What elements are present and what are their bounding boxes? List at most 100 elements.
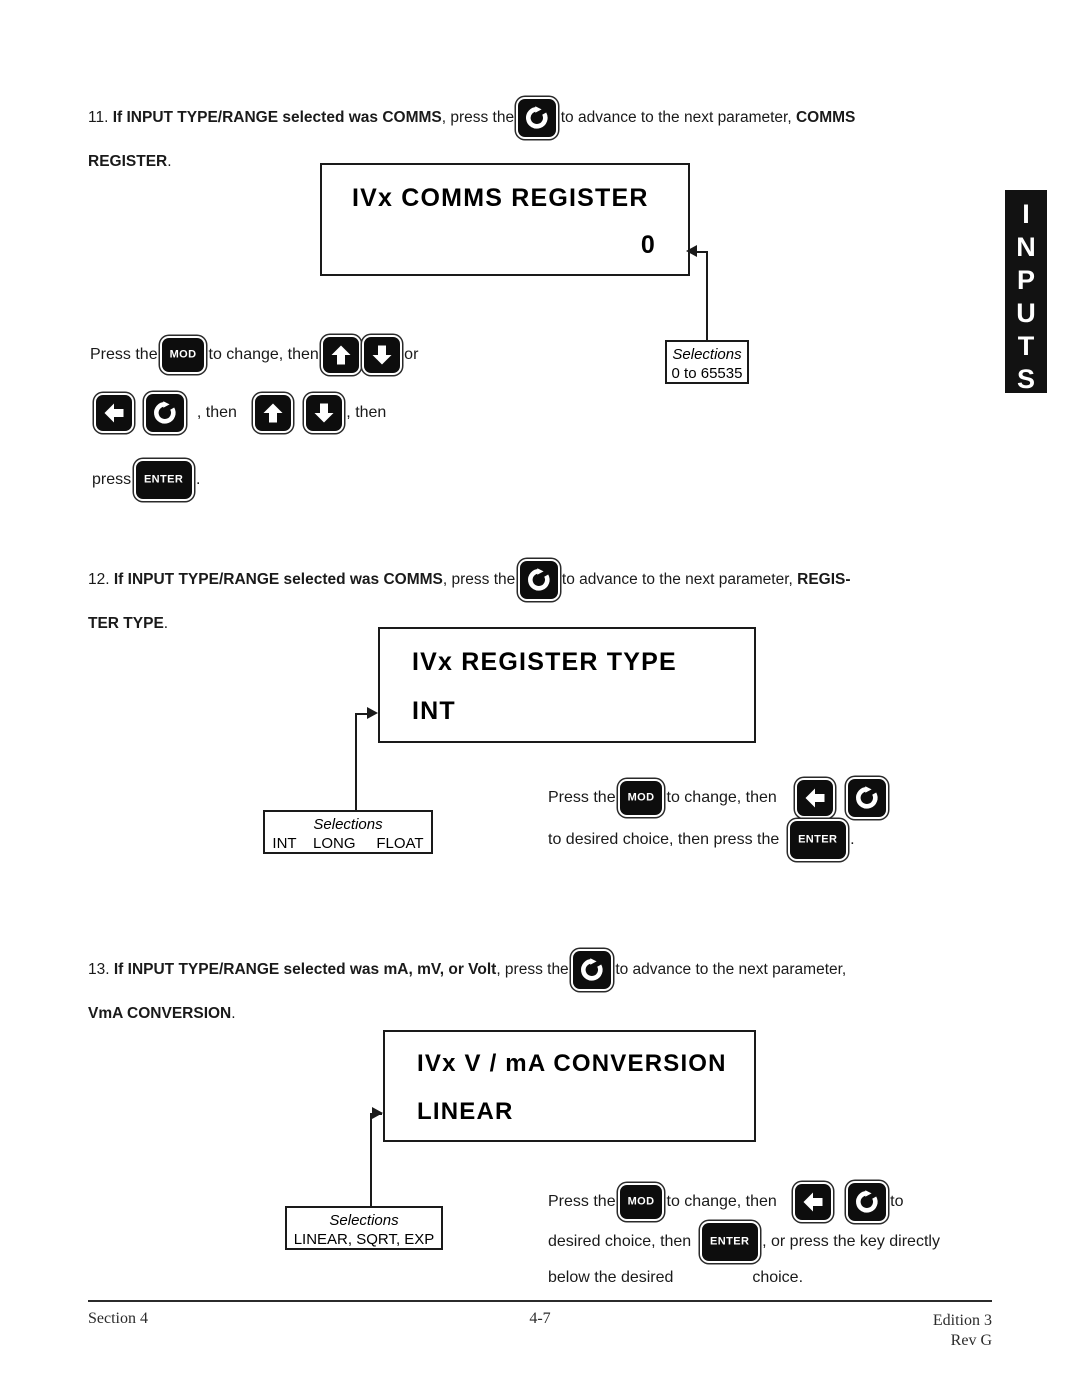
manual-page: 11. If INPUT TYPE/RANGE selected was COM… — [0, 0, 1080, 1397]
display-comms-register: IVx COMMS REGISTER 0 — [320, 163, 690, 276]
instr-11-l3-b: . — [196, 471, 201, 488]
connector-2-vertical — [355, 714, 357, 810]
step-11-number: 11. — [88, 109, 109, 126]
mod-key-label: MOD — [627, 1195, 655, 1208]
step-11-continuation-label: REGISTER — [88, 153, 168, 170]
display-vma-conversion: IVx V / mA CONVERSION LINEAR — [383, 1030, 756, 1142]
step-13-continuation: VmA CONVERSION. — [88, 992, 236, 1036]
step-12-text: 12. If INPUT TYPE/RANGE selected was COM… — [88, 558, 998, 602]
step-11-param: COMMS — [795, 109, 856, 126]
enter-key[interactable]: ENTER — [135, 460, 192, 499]
display-1-line1: IVx COMMS REGISTER — [352, 184, 649, 212]
mod-key[interactable]: MOD — [162, 337, 205, 372]
arrow-left-icon[interactable] — [96, 394, 132, 431]
instruction-block-13-line3: below the desired choice. — [548, 1248, 803, 1308]
step-13-continuation-period: . — [231, 1005, 236, 1022]
step-11-after-key: to advance to the next parameter, — [560, 109, 792, 126]
step-12-continuation: TER TYPE. — [88, 602, 168, 646]
step-11-lead: If INPUT TYPE/RANGE selected was COMMS — [112, 109, 442, 126]
advance-icon[interactable] — [519, 560, 558, 599]
selections-2-caption: Selections — [313, 816, 383, 833]
display-2-line2: INT — [412, 697, 456, 725]
mod-key-label: MOD — [169, 348, 197, 361]
footer-edition: Edition 3 — [932, 1312, 992, 1329]
arrow-down-icon[interactable] — [305, 394, 342, 431]
connector-3-arrowhead — [372, 1107, 383, 1119]
selections-1-caption: Selections — [672, 346, 742, 363]
side-tab-inputs: I N P U T S — [1005, 190, 1047, 394]
arrow-down-icon[interactable] — [363, 336, 400, 373]
instr-13-l3-b: choice. — [752, 1269, 804, 1286]
instruction-block-11-line3: press ENTER . — [92, 450, 200, 510]
instr-11-l2-a: , then — [196, 404, 237, 421]
connector-1-vertical — [706, 252, 708, 340]
step-13-after-key: to advance to the next parameter, — [615, 961, 847, 978]
instr-12-l2-a: to desired choice, then press the — [548, 831, 780, 848]
instr-12-l2-b: . — [850, 831, 855, 848]
instr-13-l3-a: below the desired — [548, 1269, 674, 1286]
connector-2-arrowhead — [367, 707, 378, 719]
arrow-up-icon[interactable] — [323, 336, 360, 373]
step-12-continuation-label: TER TYPE — [88, 615, 164, 632]
step-11-text: 11. If INPUT TYPE/RANGE selected was COM… — [88, 96, 988, 140]
step-11-after-bold: , press the — [441, 109, 515, 126]
side-tab-letter-1: N — [1016, 232, 1036, 262]
instr-11-l1-a: Press the — [90, 346, 158, 363]
instruction-block-11-line2: , then , then — [96, 383, 386, 443]
enter-key-label: ENTER — [143, 473, 184, 486]
footer-page-number: 4-7 — [529, 1310, 551, 1327]
instr-13-l1-c: to — [890, 1193, 904, 1210]
step-13-continuation-label: VmA CONVERSION — [88, 1005, 232, 1022]
selections-box-vma-conversion: Selections LINEAR, SQRT, EXP — [285, 1206, 443, 1250]
step-12-after-bold: , press the — [442, 571, 516, 588]
side-tab-letter-4: T — [1017, 331, 1035, 361]
instr-11-l1-b: to change, then — [208, 346, 319, 363]
footer-revision: Rev G — [950, 1332, 992, 1349]
selections-box-register-type: Selections INT LONG FLOAT — [263, 810, 433, 854]
instruction-block-12-line2: to desired choice, then press the ENTER … — [548, 810, 855, 870]
mod-key-label: MOD — [627, 791, 655, 804]
side-tab-letter-3: U — [1016, 298, 1036, 328]
step-12-lead: If INPUT TYPE/RANGE selected was COMMS — [113, 571, 443, 588]
connector-3-vertical — [370, 1114, 372, 1206]
step-13-number: 13. — [88, 961, 110, 978]
selections-1-values: 0 to 65535 — [671, 365, 743, 382]
connector-2-horizontal — [355, 713, 367, 715]
selections-2-values: INT LONG FLOAT — [272, 835, 424, 852]
advance-icon[interactable] — [146, 393, 185, 432]
selections-3-values: LINEAR, SQRT, EXP — [293, 1231, 435, 1248]
side-tab-letter-2: P — [1016, 265, 1035, 295]
connector-1-arrowhead — [686, 245, 697, 257]
step-13-lead: If INPUT TYPE/RANGE selected was mA, mV,… — [113, 961, 497, 978]
instr-12-l1-b: to change, then — [666, 789, 777, 806]
side-tab-letter-5: S — [1016, 364, 1035, 394]
instr-11-l2-b: , then — [346, 404, 387, 421]
display-3-line1: IVx V / mA CONVERSION — [417, 1050, 727, 1077]
selections-box-comms-register: Selections 0 to 65535 — [665, 340, 749, 384]
instr-13-l1-b: to change, then — [666, 1193, 777, 1210]
advance-icon[interactable] — [518, 98, 557, 137]
side-tab-letter-0: I — [1022, 199, 1030, 229]
enter-key-label: ENTER — [798, 833, 838, 846]
instr-11-l1-c: or — [404, 346, 419, 363]
advance-icon[interactable] — [573, 950, 611, 989]
step-11-continuation-period: . — [167, 153, 172, 170]
arrow-up-icon[interactable] — [255, 394, 292, 431]
step-12-after-key: to advance to the next parameter, — [561, 571, 793, 588]
display-2-line1: IVx REGISTER TYPE — [412, 648, 677, 676]
instr-12-l1-a: Press the — [548, 789, 616, 806]
step-12-param: REGIS- — [797, 571, 851, 588]
selections-3-caption: Selections — [329, 1212, 399, 1229]
step-13-after-bold: , press the — [496, 961, 569, 978]
step-12-number: 12. — [88, 571, 110, 588]
step-11-continuation: REGISTER. — [88, 140, 172, 184]
instruction-block-11-line1: Press the MOD to change, then or — [90, 325, 418, 385]
display-3-line2: LINEAR — [417, 1098, 514, 1125]
step-13-text: 13. If INPUT TYPE/RANGE selected was mA,… — [88, 948, 998, 992]
enter-key-label: ENTER — [710, 1235, 750, 1248]
instr-11-l3-a: press — [92, 471, 132, 488]
enter-key[interactable]: ENTER — [789, 820, 846, 859]
instr-13-l1-a: Press the — [548, 1193, 616, 1210]
display-1-line2: 0 — [640, 231, 656, 259]
display-register-type: IVx REGISTER TYPE INT — [378, 627, 756, 743]
